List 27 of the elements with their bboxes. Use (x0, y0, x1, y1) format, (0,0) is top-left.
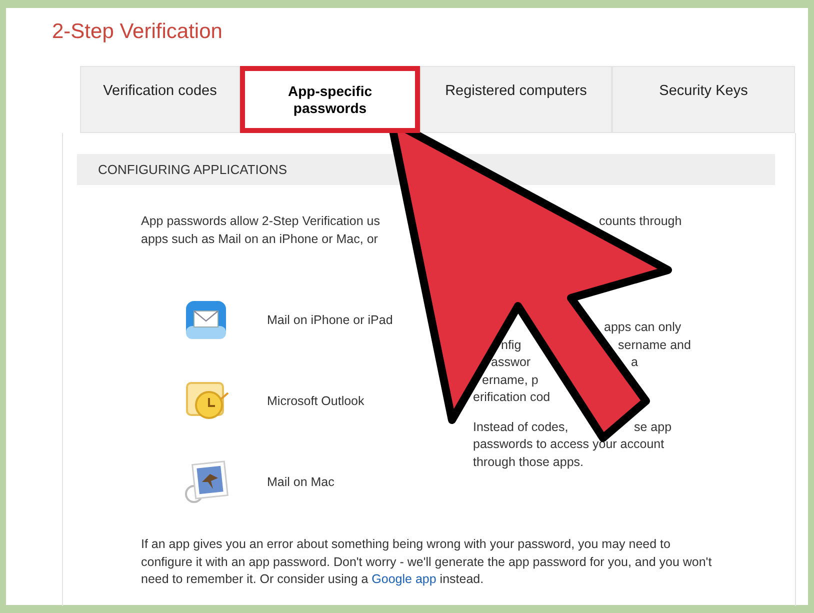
note-text: nfig (501, 336, 522, 354)
intro-text: apps such as Mail on an iPhone or Mac, or (141, 232, 378, 246)
note-text: asswor (491, 354, 531, 371)
note-text: sername and (618, 336, 691, 354)
note-text: erification cod (473, 389, 550, 406)
page-title: 2-Step Verification (52, 19, 222, 45)
footer-paragraph: If an app gives you an error about something being wrong with your password, you may need to configure it with an app password. Don't worry - we'll generate the app password for you, and you won't need to remember it. Or consider using a Google app instead. (141, 536, 713, 588)
intro-text: counts through (599, 213, 682, 230)
app-name: Microsoft Outlook (267, 392, 364, 410)
google-app-link[interactable]: Google app (372, 572, 436, 586)
app-name: Mail on iPhone or iPad (267, 312, 393, 329)
note-text: a (631, 354, 638, 371)
envelope-clock-icon (185, 381, 229, 421)
note-text: se app (634, 418, 672, 436)
note-text: apps can only (604, 319, 682, 336)
envelope-icon (185, 300, 227, 340)
note-text: through those apps. (473, 454, 584, 471)
tab[interactable]: Verification codes (80, 66, 240, 133)
app-name: Mail on Mac (267, 474, 334, 491)
note-text: ername, p (482, 372, 538, 389)
note-text: Instead of codes, (473, 418, 568, 436)
stamp-icon (185, 460, 229, 504)
note-text: passwords to access your account (473, 436, 664, 453)
tab[interactable]: App-specific passwords (240, 66, 420, 133)
intro-text: App passwords allow 2-Step Verification us (141, 214, 380, 228)
tab[interactable]: Registered computers (420, 66, 612, 133)
tab[interactable]: Security Keys (612, 66, 795, 133)
